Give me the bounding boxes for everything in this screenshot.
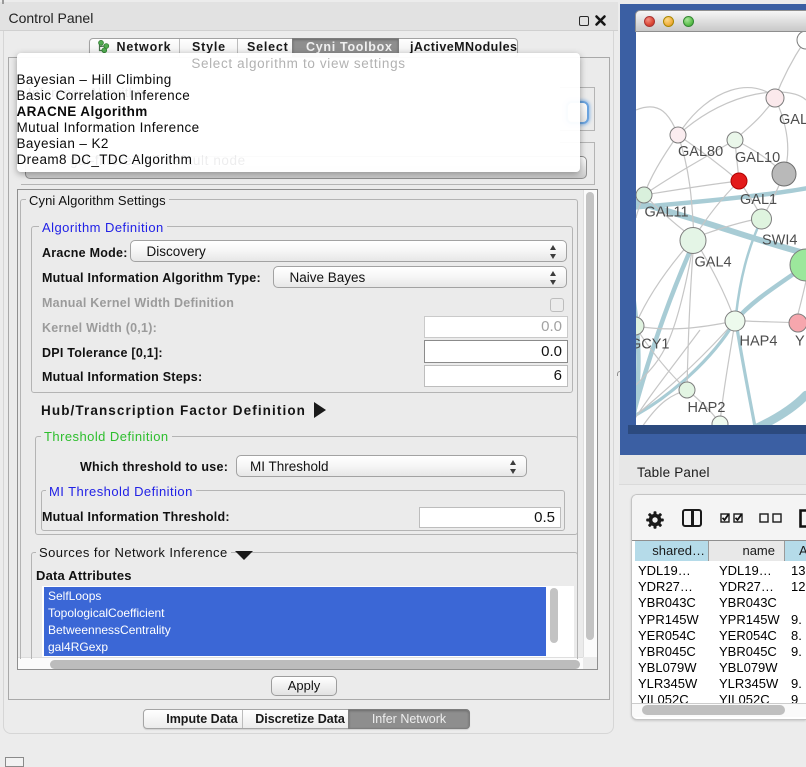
svg-text:GAL11: GAL11: [645, 205, 689, 221]
svg-text:HAP2: HAP2: [688, 400, 726, 416]
svg-text:GAL: GAL: [779, 112, 806, 128]
svg-text:GCY1: GCY1: [636, 337, 670, 353]
svg-text:HAP4: HAP4: [740, 334, 778, 350]
svg-text:Y: Y: [795, 334, 805, 350]
svg-text:GAL10: GAL10: [735, 150, 780, 166]
svg-text:GAL4: GAL4: [695, 255, 732, 271]
svg-text:GAL1: GAL1: [740, 192, 777, 208]
svg-text:SWI4: SWI4: [762, 233, 797, 249]
svg-text:GAL80: GAL80: [678, 144, 723, 160]
